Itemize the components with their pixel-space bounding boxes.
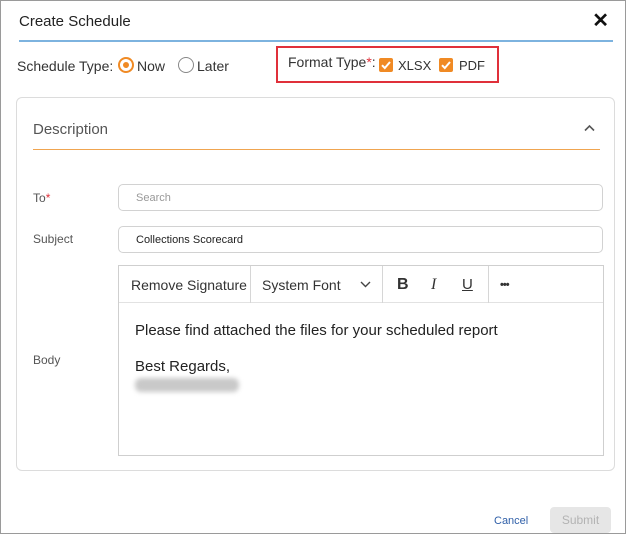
xlsx-label[interactable]: XLSX xyxy=(398,58,431,73)
title-underline xyxy=(19,40,613,42)
close-icon[interactable]: ✕ xyxy=(592,11,609,31)
font-select[interactable]: System Font xyxy=(262,266,341,303)
redacted-signature xyxy=(135,378,239,392)
toolbar-divider xyxy=(250,266,251,303)
toolbar-divider xyxy=(488,266,489,303)
cancel-button[interactable]: Cancel xyxy=(494,515,528,527)
chevron-up-icon[interactable] xyxy=(584,121,595,135)
create-schedule-dialog: Create Schedule ✕ Schedule Type: Now Lat… xyxy=(0,0,626,534)
description-title[interactable]: Description xyxy=(33,121,108,138)
radio-now[interactable] xyxy=(118,57,134,73)
check-icon xyxy=(441,61,451,70)
to-search-input[interactable] xyxy=(118,184,603,211)
bold-button[interactable]: B xyxy=(397,266,409,303)
toolbar-divider xyxy=(382,266,383,303)
xlsx-checkbox[interactable] xyxy=(379,58,393,72)
body-message: Please find attached the files for your … xyxy=(135,322,498,339)
italic-button[interactable]: I xyxy=(431,266,436,303)
pdf-checkbox[interactable] xyxy=(439,58,453,72)
body-closing: Best Regards, xyxy=(135,358,231,375)
check-icon xyxy=(381,61,391,70)
subject-label: Subject xyxy=(33,232,74,246)
to-label: To* xyxy=(33,191,51,205)
description-divider xyxy=(33,149,600,150)
more-options-icon[interactable]: ••• xyxy=(500,266,510,303)
radio-now-label[interactable]: Now xyxy=(137,58,165,74)
dialog-title: Create Schedule xyxy=(19,13,131,30)
radio-later-label[interactable]: Later xyxy=(197,58,229,74)
underline-button[interactable]: U xyxy=(462,266,473,303)
format-type-label: Format Type*: xyxy=(288,54,376,70)
submit-button[interactable]: Submit xyxy=(550,507,611,533)
body-editor[interactable]: Remove Signature System Font B I U ••• P… xyxy=(118,265,604,456)
schedule-type-label: Schedule Type: xyxy=(17,58,114,74)
pdf-label[interactable]: PDF xyxy=(459,58,485,73)
subject-input[interactable] xyxy=(118,226,603,253)
chevron-down-icon[interactable] xyxy=(360,266,371,303)
radio-later[interactable] xyxy=(178,57,194,73)
remove-signature-button[interactable]: Remove Signature xyxy=(131,266,247,303)
body-label: Body xyxy=(33,353,61,367)
editor-toolbar: Remove Signature System Font B I U ••• xyxy=(119,266,603,303)
